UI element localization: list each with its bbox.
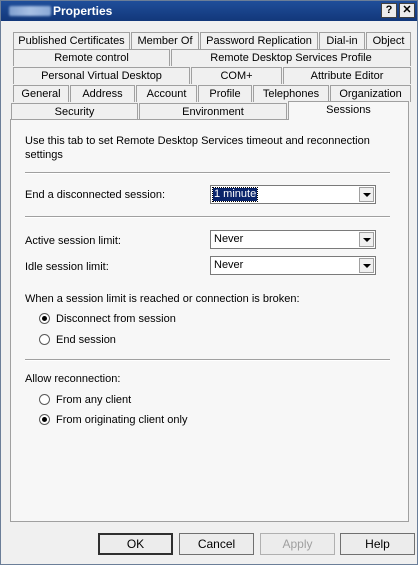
end-session-radio[interactable]	[39, 334, 50, 345]
separator	[25, 216, 390, 218]
tab-remote-control[interactable]: Remote control	[13, 49, 170, 66]
tab-sessions[interactable]: Sessions	[288, 101, 409, 120]
any-client-option-label[interactable]: From any client	[56, 394, 131, 406]
limit-group-label: When a session limit is reached or conne…	[25, 293, 300, 305]
tab-telephones[interactable]: Telephones	[253, 85, 329, 102]
apply-button[interactable]: Apply	[260, 533, 335, 555]
help-button[interactable]: Help	[340, 533, 415, 555]
end-disconnected-select[interactable]: 1 minute	[210, 185, 376, 204]
active-limit-value: Never	[214, 233, 244, 245]
tab-dial-in[interactable]: Dial-in	[319, 32, 365, 49]
end-disconnected-label: End a disconnected session:	[25, 189, 166, 201]
tab-security[interactable]: Security	[11, 103, 138, 120]
tab-password-replication[interactable]: Password Replication	[200, 32, 318, 49]
tab-object[interactable]: Object	[366, 32, 411, 49]
tab-com-plus[interactable]: COM+	[191, 67, 282, 84]
tab-member-of[interactable]: Member Of	[131, 32, 199, 49]
disconnect-radio[interactable]	[39, 313, 50, 324]
separator	[25, 359, 390, 361]
close-button[interactable]: ✕	[399, 3, 415, 18]
ok-button[interactable]: OK	[98, 533, 173, 555]
tab-address[interactable]: Address	[70, 85, 135, 102]
help-title-button[interactable]: ?	[381, 3, 397, 18]
disconnect-option-label[interactable]: Disconnect from session	[56, 313, 176, 325]
intro-text: Use this tab to set Remote Desktop Servi…	[25, 135, 370, 161]
separator	[25, 172, 390, 174]
title-bar[interactable]: Properties ? ✕	[1, 1, 417, 21]
tab-account[interactable]: Account	[136, 85, 197, 102]
tab-profile[interactable]: Profile	[198, 85, 252, 102]
idle-limit-label: Idle session limit:	[25, 261, 109, 273]
end-session-option-label[interactable]: End session	[56, 334, 116, 346]
cancel-button[interactable]: Cancel	[179, 533, 254, 555]
chevron-down-icon[interactable]	[359, 258, 374, 273]
tab-personal-virtual-desktop[interactable]: Personal Virtual Desktop	[13, 67, 190, 84]
tab-general[interactable]: General	[13, 85, 69, 102]
tab-rds-profile[interactable]: Remote Desktop Services Profile	[171, 49, 411, 66]
chevron-down-icon[interactable]	[359, 232, 374, 247]
chevron-down-icon[interactable]	[359, 187, 374, 202]
end-disconnected-value: 1 minute	[211, 187, 259, 202]
active-limit-select[interactable]: Never	[210, 230, 376, 249]
sessions-panel: Use this tab to set Remote Desktop Servi…	[10, 119, 409, 522]
tab-environment[interactable]: Environment	[139, 103, 287, 120]
any-client-radio[interactable]	[39, 394, 50, 405]
originating-client-radio[interactable]	[39, 414, 50, 425]
tab-published-certificates[interactable]: Published Certificates	[13, 32, 130, 49]
tab-organization[interactable]: Organization	[330, 85, 411, 102]
tab-attribute-editor[interactable]: Attribute Editor	[283, 67, 411, 84]
redacted-user-name	[9, 6, 51, 16]
active-limit-label: Active session limit:	[25, 235, 121, 247]
properties-dialog: Properties ? ✕ Published Certificates Me…	[0, 0, 418, 565]
reconnect-group-label: Allow reconnection:	[25, 373, 121, 385]
window-title: Properties	[53, 4, 113, 18]
idle-limit-value: Never	[214, 259, 244, 271]
originating-client-option-label[interactable]: From originating client only	[56, 414, 187, 426]
idle-limit-select[interactable]: Never	[210, 256, 376, 275]
